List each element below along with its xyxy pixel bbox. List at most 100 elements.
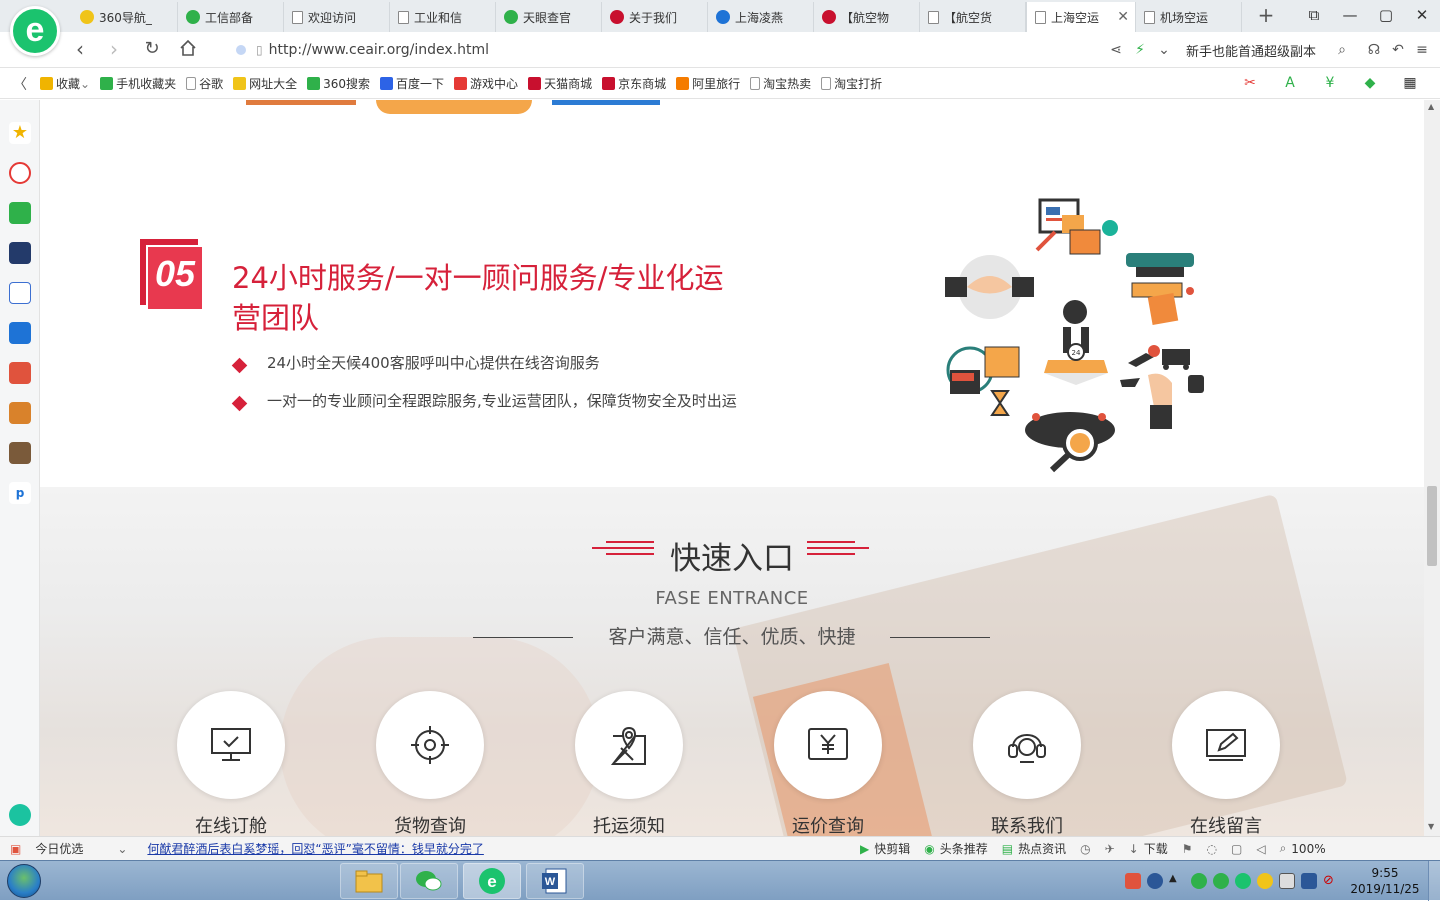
tab-2[interactable]: 欢迎访问 xyxy=(284,2,390,32)
scrollbar-thumb[interactable] xyxy=(1427,486,1437,566)
bookmark-11[interactable]: 淘宝打折 xyxy=(821,75,882,92)
scroll-up-icon[interactable]: ▲ xyxy=(1428,102,1434,111)
bookmark-10[interactable]: 淘宝热卖 xyxy=(750,75,811,92)
maximize-button[interactable]: ▢ xyxy=(1368,0,1404,30)
refresh-icon[interactable]: ↻ xyxy=(140,38,164,62)
bookmark-6[interactable]: 游戏中心 xyxy=(454,75,518,92)
game-app-icon-2[interactable] xyxy=(9,402,31,424)
headset-icon[interactable]: ☊ xyxy=(1362,42,1386,58)
zoom-control[interactable]: ⌕ 100% xyxy=(1280,840,1326,857)
scroll-down-icon[interactable]: ▼ xyxy=(1428,822,1434,831)
browser-tray-icon[interactable] xyxy=(1235,873,1251,889)
home-icon[interactable] xyxy=(176,38,200,62)
hot-news-button[interactable]: ▤ 热点资讯 xyxy=(1002,840,1066,857)
close-window-button[interactable]: ✕ xyxy=(1404,0,1440,30)
start-button[interactable] xyxy=(2,862,48,900)
bookmark-collapse-icon[interactable]: 〈 xyxy=(0,74,40,94)
entry-circle[interactable] xyxy=(177,691,285,799)
share-icon[interactable]: ⋖ xyxy=(1104,42,1128,58)
weibo-icon[interactable] xyxy=(9,162,31,184)
entry-circle[interactable] xyxy=(774,691,882,799)
tab-3[interactable]: 工业和信 xyxy=(390,2,496,32)
tab-4[interactable]: 天眼查官 xyxy=(496,2,602,32)
bookmark-0[interactable]: 收藏 ⌄ xyxy=(40,75,90,92)
tab-0[interactable]: 360导航_ xyxy=(72,2,178,32)
today-picks-button[interactable]: 今日优选 xyxy=(35,840,83,857)
entry-online-booking[interactable]: 在线订舱 xyxy=(176,691,286,836)
p-app-icon[interactable]: p xyxy=(9,482,31,504)
tab-1[interactable]: 工信部备 xyxy=(178,2,284,32)
tab-9[interactable]: 上海空运 ✕ xyxy=(1026,2,1136,32)
clipboard-tray-icon[interactable] xyxy=(1279,873,1295,889)
network-icon[interactable] xyxy=(1301,873,1317,889)
bookmark-2[interactable]: 谷歌 xyxy=(186,75,223,92)
taskbar-explorer[interactable] xyxy=(340,863,398,899)
chevron-down-icon[interactable]: ⌄ xyxy=(1152,42,1176,58)
entry-circle[interactable] xyxy=(575,691,683,799)
page-scrollbar[interactable]: ▲ ▼ xyxy=(1424,100,1440,836)
site-info-icon[interactable] xyxy=(236,45,246,55)
document-icon[interactable] xyxy=(9,282,31,304)
lightning-icon[interactable]: ⚡ xyxy=(1128,42,1152,58)
apps-icon[interactable]: ▦ xyxy=(1390,75,1430,91)
new-tab-button[interactable]: + xyxy=(1252,3,1280,29)
address-field[interactable]: ▯ http://www.ceair.org/index.html xyxy=(236,38,1016,62)
bookmark-8[interactable]: 京东商城 xyxy=(602,75,666,92)
undo-icon[interactable]: ↶ xyxy=(1386,42,1410,58)
game-app-icon-3[interactable] xyxy=(9,442,31,464)
news-app-icon[interactable] xyxy=(9,242,31,264)
bookmark-4[interactable]: 360搜索 xyxy=(307,75,370,92)
entry-circle[interactable] xyxy=(973,691,1081,799)
taskbar-360-browser[interactable]: e xyxy=(463,863,521,899)
pin-icon[interactable]: ✈ xyxy=(1105,840,1115,857)
search-promo-text[interactable]: 新手也能首通超级副本 xyxy=(1186,41,1316,60)
sidebar-add-icon[interactable] xyxy=(9,804,31,826)
game-app-icon-1[interactable] xyxy=(9,362,31,384)
tab-6[interactable]: 上海凌燕 xyxy=(708,2,814,32)
entry-online-message[interactable]: 在线留言 xyxy=(1171,691,1281,836)
entry-circle[interactable] xyxy=(1172,691,1280,799)
entry-circle[interactable] xyxy=(376,691,484,799)
speed-icon[interactable]: ◷ xyxy=(1080,840,1090,857)
news-headline[interactable]: 何猷君醉酒后表白奚梦瑶，回怼“恶评”毫不留情：钱早就分完了 xyxy=(147,840,483,857)
news-ticker[interactable]: 何猷君醉酒后表白奚梦瑶，回怼“恶评”毫不留情：钱早就分完了 xyxy=(141,840,483,857)
taskbar-word[interactable]: W xyxy=(526,863,584,899)
tray-expand-icon[interactable]: ▲ xyxy=(1169,873,1185,889)
quick-edit-button[interactable]: ▶ 快剪辑 xyxy=(860,840,910,857)
bookmark-1[interactable]: 手机收藏夹 xyxy=(100,75,176,92)
scissors-icon[interactable]: ✂ xyxy=(1230,75,1270,91)
bookmark-5[interactable]: 百度一下 xyxy=(380,75,444,92)
game-icon[interactable]: ◆ xyxy=(1350,75,1390,91)
tab-10[interactable]: 机场空运 xyxy=(1136,2,1242,32)
translate-icon[interactable]: A xyxy=(1270,75,1310,91)
tab-5[interactable]: 关于我们 xyxy=(602,2,708,32)
wallet-icon[interactable]: ¥ xyxy=(1310,75,1350,91)
download-button[interactable]: ↓ 下载 xyxy=(1129,840,1168,857)
minimize-button[interactable]: — xyxy=(1332,0,1368,30)
chevron-down-icon[interactable]: ⌄ xyxy=(117,842,127,856)
window-icon[interactable]: ▢ xyxy=(1231,840,1242,857)
chevron-down-icon[interactable]: ⌄ xyxy=(80,77,90,91)
wechat-tray-icon[interactable] xyxy=(1191,873,1207,889)
menu-icon[interactable]: ≡ xyxy=(1410,42,1434,58)
back-icon[interactable]: ‹ xyxy=(68,38,92,62)
flag-icon[interactable]: ⚑ xyxy=(1182,840,1193,857)
wechat-tray-icon-2[interactable] xyxy=(1213,873,1229,889)
bookmark-9[interactable]: 阿里旅行 xyxy=(676,75,740,92)
entry-freight-rates[interactable]: 运价查询 xyxy=(773,691,883,836)
restore-tabs-button[interactable]: ⧉ xyxy=(1296,0,1332,30)
browser-logo[interactable]: e xyxy=(10,6,60,56)
gift-icon[interactable]: ▣ xyxy=(10,842,21,856)
tab-8[interactable]: 【航空货 xyxy=(920,2,1026,32)
cleanup-icon[interactable]: ◌ xyxy=(1207,840,1217,857)
security-tray-icon[interactable] xyxy=(1257,873,1273,889)
entry-contact-us[interactable]: 联系我们 xyxy=(972,691,1082,836)
entry-shipping-notice[interactable]: 托运须知 xyxy=(574,691,684,836)
entry-cargo-tracking[interactable]: 货物查询 xyxy=(375,691,485,836)
volume-muted-icon[interactable]: ⊘ xyxy=(1323,873,1339,889)
favorites-icon[interactable]: ★ xyxy=(9,122,31,144)
help-icon[interactable] xyxy=(1147,873,1163,889)
chat-icon[interactable] xyxy=(9,322,31,344)
bookmark-7[interactable]: 天猫商城 xyxy=(528,75,592,92)
forward-icon[interactable]: › xyxy=(102,38,126,62)
